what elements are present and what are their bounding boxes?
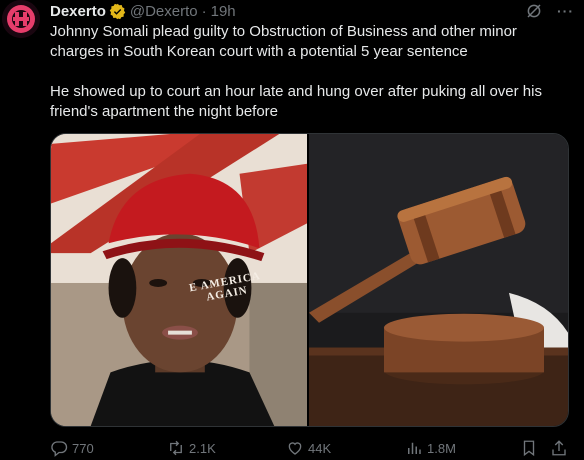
share-icon <box>552 440 566 456</box>
header-actions: ··· <box>525 0 574 22</box>
avatar[interactable] <box>2 0 40 38</box>
like-count: 44K <box>308 440 332 456</box>
tweet-text: Johnny Somali plead guilty to Obstructio… <box>50 22 570 122</box>
grok-icon[interactable] <box>525 2 543 20</box>
repost-button[interactable]: 2.1K <box>167 438 216 458</box>
share-button[interactable] <box>550 438 568 458</box>
author-handle[interactable]: @Dexerto <box>130 3 198 20</box>
media-image-right[interactable] <box>309 134 568 426</box>
media-grid: E AMERICA AGAIN <box>50 133 569 427</box>
dexerto-logo-icon <box>2 0 40 38</box>
more-options-icon[interactable]: ··· <box>557 3 574 19</box>
timestamp[interactable]: 19h <box>211 3 236 20</box>
like-button[interactable]: 44K <box>286 438 331 458</box>
views-chart-icon <box>408 442 421 454</box>
bookmark-icon <box>523 440 535 457</box>
action-bar: 770 2.1K 44K 1.8M <box>50 438 574 458</box>
heart-icon <box>288 442 302 455</box>
reply-icon <box>51 441 68 457</box>
views-button[interactable]: 1.8M <box>405 438 456 458</box>
author-name[interactable]: Dexerto <box>50 3 106 20</box>
tweet-header: Dexerto @Dexerto · 19h ··· <box>50 0 574 22</box>
reply-button[interactable]: 770 <box>50 438 94 458</box>
view-count: 1.8M <box>427 440 456 456</box>
reply-count: 770 <box>72 440 94 456</box>
bookmark-button[interactable] <box>520 438 538 458</box>
tweet: Dexerto @Dexerto · 19h ··· Johnny Somali… <box>0 0 584 460</box>
gavel-image <box>309 134 568 426</box>
cap-text-prefix: E <box>188 281 199 295</box>
repost-count: 2.1K <box>189 440 216 456</box>
tweet-paragraph-1: Johnny Somali plead guilty to Obstructio… <box>50 23 522 60</box>
verified-badge-icon[interactable] <box>109 3 126 20</box>
tweet-paragraph-2: He showed up to court an hour late and h… <box>50 83 547 120</box>
repost-icon <box>170 440 182 456</box>
separator-dot: · <box>201 2 207 20</box>
media-image-left[interactable]: E AMERICA AGAIN <box>51 134 309 426</box>
